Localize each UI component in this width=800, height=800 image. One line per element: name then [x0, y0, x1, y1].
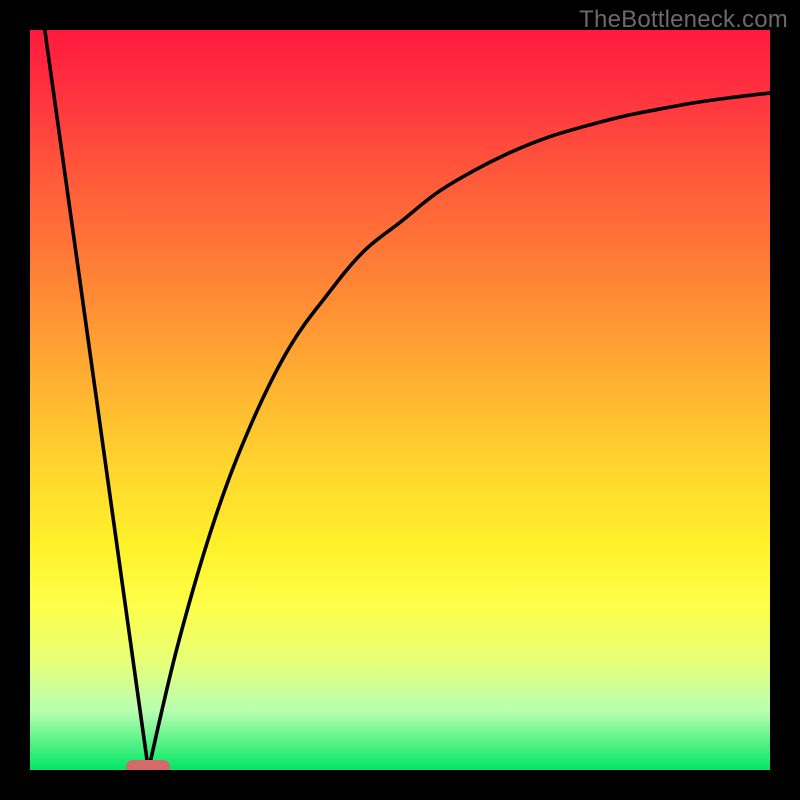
left-branch-line [45, 30, 149, 770]
curves-svg [30, 30, 770, 770]
optimal-marker [126, 760, 170, 770]
watermark-text: TheBottleneck.com [579, 6, 788, 34]
chart-frame: TheBottleneck.com [0, 0, 800, 800]
right-branch-curve [148, 93, 770, 770]
plot-area [30, 30, 770, 770]
